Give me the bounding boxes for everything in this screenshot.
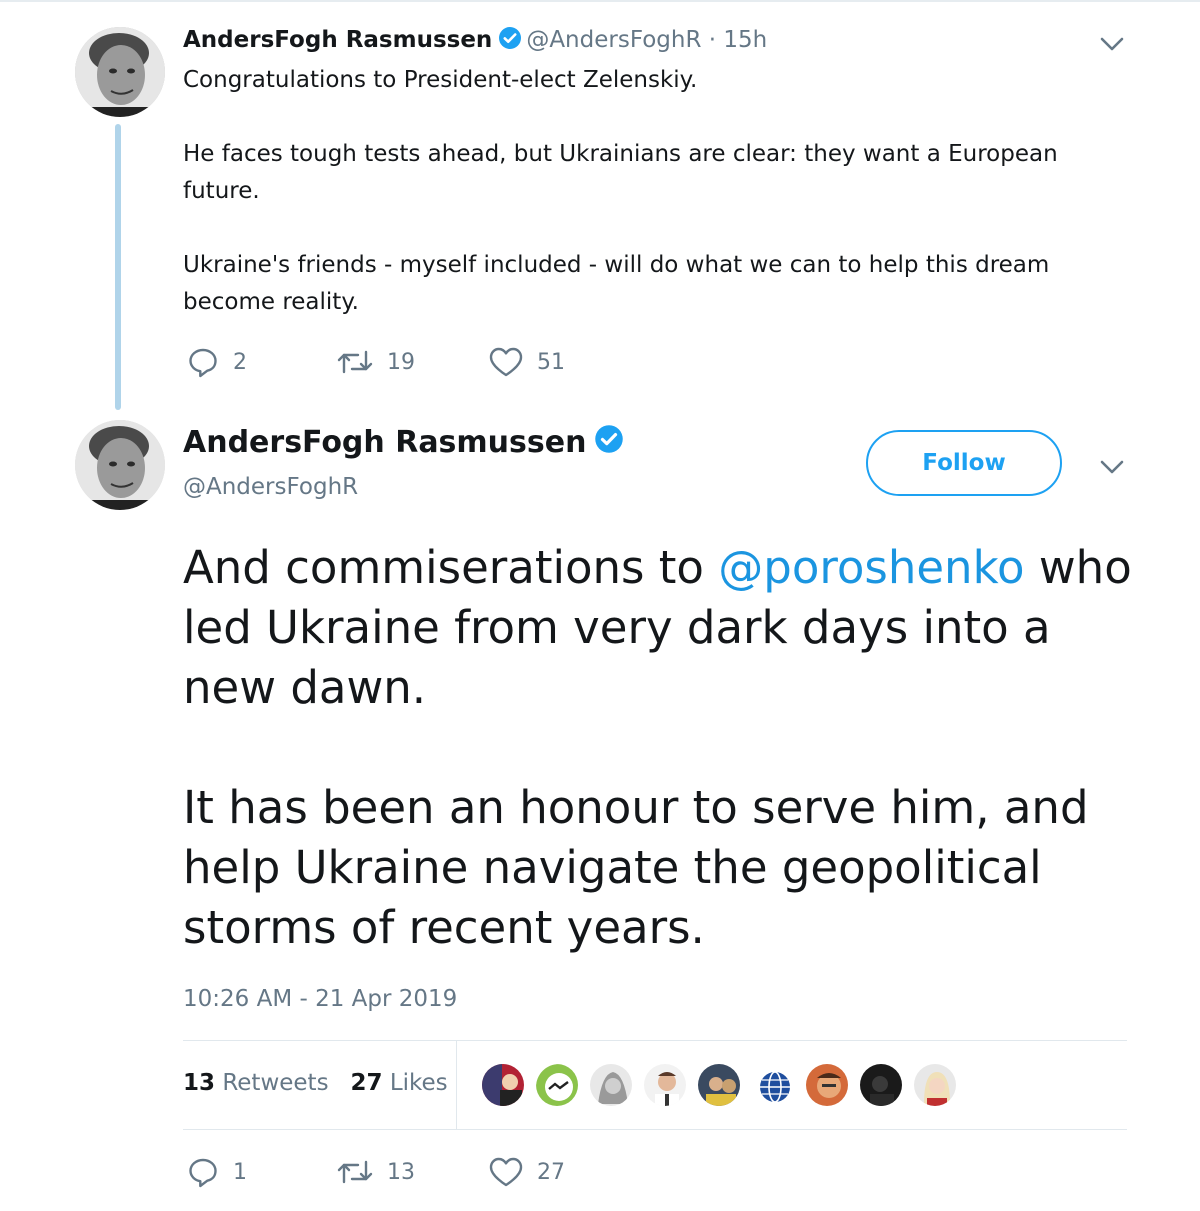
tweet-timestamp[interactable]: 10:26 AM - 21 Apr 2019 <box>183 983 457 1015</box>
retweets-label: Retweets <box>222 1070 329 1096</box>
retweet-count: 19 <box>387 349 415 375</box>
retweet-icon <box>337 1158 373 1186</box>
engagement-stats: 13 Retweets 27 Likes <box>183 1067 448 1099</box>
heart-icon <box>489 347 523 377</box>
chevron-down-icon[interactable] <box>1098 457 1126 477</box>
retweet-icon <box>337 348 373 376</box>
tweet-header: AndersFogh Rasmussen <box>183 422 628 466</box>
follow-button[interactable]: Follow <box>866 430 1062 496</box>
liker-avatar[interactable] <box>696 1062 742 1108</box>
liker-avatar[interactable] <box>642 1062 688 1108</box>
handle[interactable]: @AndersFoghR <box>183 470 358 504</box>
liker-avatar[interactable] <box>534 1062 580 1108</box>
tweet-paragraph: And commiserations to @poroshenko who le… <box>183 538 1143 718</box>
liker-avatar[interactable] <box>588 1062 634 1108</box>
like-count: 51 <box>537 349 565 375</box>
mention-link[interactable]: @poroshenko <box>718 541 1024 594</box>
tweet-text: Congratulations to President-elect Zelen… <box>183 67 1058 315</box>
like-count: 27 <box>537 1159 565 1185</box>
tweet-paragraph: It has been an honour to serve him, and … <box>183 781 1089 954</box>
tweet-text: And commiserations to @poroshenko who le… <box>183 538 1143 958</box>
heart-icon <box>489 1157 523 1187</box>
likes-label: Likes <box>389 1070 448 1096</box>
divider <box>183 1129 1127 1130</box>
likes-count: 27 <box>350 1070 383 1096</box>
like-button[interactable]: 27 <box>489 1157 565 1187</box>
retweets-count: 13 <box>183 1070 216 1096</box>
like-button[interactable]: 51 <box>489 347 565 377</box>
verified-badge-icon <box>594 424 624 466</box>
reply-button[interactable]: 1 <box>187 1156 337 1188</box>
tweet-actions: 1 13 27 <box>187 1156 565 1188</box>
top-border <box>0 0 1200 2</box>
reply-button[interactable]: 2 <box>187 346 337 378</box>
reply-icon <box>187 1156 219 1188</box>
display-name[interactable]: AndersFogh Rasmussen <box>183 425 586 460</box>
display-name[interactable]: AndersFogh Rasmussen <box>183 27 492 53</box>
retweet-button[interactable]: 19 <box>337 348 489 376</box>
tweet-header: AndersFogh Rasmussen @AndersFoghR · 15h <box>183 24 767 59</box>
tweet-time[interactable]: · 15h <box>709 27 767 53</box>
avatar[interactable] <box>75 420 165 510</box>
verified-badge-icon <box>498 26 522 59</box>
divider <box>456 1041 457 1129</box>
liker-avatar[interactable] <box>804 1062 850 1108</box>
tweet-actions: 2 19 51 <box>187 346 565 378</box>
liker-avatar[interactable] <box>480 1062 526 1108</box>
retweet-button[interactable]: 13 <box>337 1158 489 1186</box>
divider <box>183 1040 1127 1041</box>
chevron-down-icon[interactable] <box>1098 34 1126 54</box>
avatar[interactable] <box>75 27 165 117</box>
handle[interactable]: @AndersFoghR <box>526 27 701 53</box>
reply-icon <box>187 346 219 378</box>
likes-stat[interactable]: 27 Likes <box>351 1070 448 1096</box>
retweets-stat[interactable]: 13 Retweets <box>183 1070 329 1096</box>
liker-avatar[interactable] <box>858 1062 904 1108</box>
text-segment: And commiserations to <box>183 541 719 594</box>
reply-count: 1 <box>233 1159 247 1185</box>
reply-count: 2 <box>233 349 247 375</box>
liker-avatar[interactable] <box>912 1062 958 1108</box>
liker-avatar[interactable] <box>750 1062 796 1108</box>
retweet-count: 13 <box>387 1159 415 1185</box>
thread-connector-line <box>115 124 121 410</box>
